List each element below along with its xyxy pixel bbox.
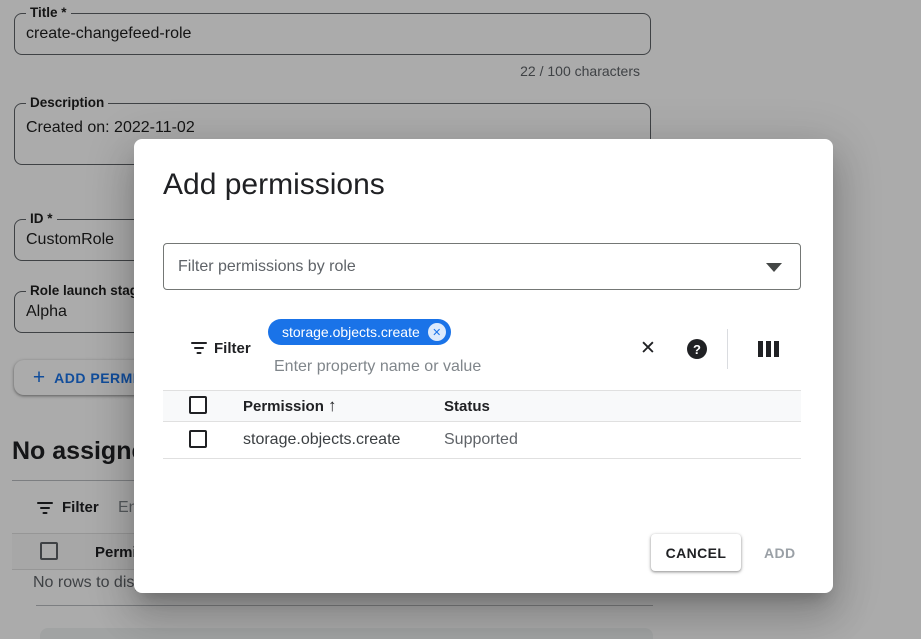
toolbar-divider [727,329,728,369]
row-permission-cell: storage.objects.create [243,431,400,449]
row-status-cell: Supported [444,431,518,449]
dialog-filter-input[interactable]: Enter property name or value [274,358,481,376]
sort-ascending-icon[interactable]: ↑ [328,396,337,416]
filter-chip-storage-objects-create[interactable]: storage.objects.create ✕ [268,319,451,345]
row-checkbox[interactable] [189,430,207,448]
column-display-options-icon[interactable] [758,341,779,357]
dialog-table-header: Permission ↑ Status [163,390,801,422]
dialog-filter-label: Filter [214,340,251,357]
cancel-button[interactable]: CANCEL [651,534,741,571]
filter-icon [191,342,207,354]
add-permissions-dialog: Add permissions Filter permissions by ro… [134,139,833,593]
dialog-select-all-checkbox[interactable] [189,396,207,414]
chevron-down-icon [766,263,782,272]
dialog-title: Add permissions [163,168,385,202]
permission-column-header[interactable]: Permission [243,398,324,415]
filter-chip-label: storage.objects.create [282,324,420,340]
help-icon[interactable]: ? [687,339,707,359]
table-row[interactable]: storage.objects.create Supported [163,422,801,459]
create-role-page: Title * create-changefeed-role 22 / 100 … [0,0,921,639]
clear-filters-icon[interactable]: ✕ [637,337,659,359]
role-select-placeholder: Filter permissions by role [164,258,356,276]
add-button[interactable]: ADD [764,543,814,563]
filter-permissions-by-role-select[interactable]: Filter permissions by role [163,243,801,290]
status-column-header[interactable]: Status [444,398,490,415]
chip-remove-icon[interactable]: ✕ [428,323,446,341]
